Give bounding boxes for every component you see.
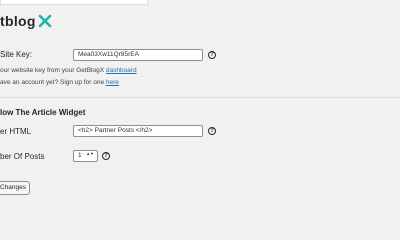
top-panel-edge: [0, 0, 148, 5]
signup-description: ave an account yet? Sign up for one here: [0, 79, 119, 86]
stepper-arrows-icon: ▲▼: [86, 151, 94, 156]
getblogx-logo: tblog: [0, 13, 52, 29]
header-html-label: er HTML: [0, 127, 32, 136]
save-changes-button[interactable]: Changes: [0, 181, 30, 195]
logo-x-icon: [38, 14, 52, 28]
widget-section-title: low The Article Widget: [0, 108, 86, 117]
site-key-label: Site Key:: [0, 50, 33, 59]
question-circle-icon[interactable]: ?: [208, 127, 216, 135]
site-key-input[interactable]: Mea03Xw11Qr85rEA: [73, 49, 203, 61]
posts-count-value: 1: [78, 152, 82, 159]
signup-desc-text: ave an account yet? Sign up for one: [0, 79, 106, 86]
section-divider: [0, 97, 400, 98]
site-key-desc-text: our website key from your GetBlogX: [0, 67, 106, 74]
header-html-input[interactable]: <h2> Partner Posts </h2>: [73, 125, 203, 137]
question-circle-icon[interactable]: ?: [208, 51, 216, 59]
site-key-description: our website key from your GetBlogX dashb…: [0, 67, 137, 74]
posts-count-select[interactable]: 1 ▲▼: [73, 150, 98, 162]
question-circle-icon[interactable]: ?: [102, 152, 110, 160]
dashboard-link[interactable]: dashboard: [106, 67, 137, 74]
posts-count-label: ber Of Posts: [0, 152, 45, 161]
logo-text: tblog: [0, 13, 36, 29]
signup-link[interactable]: here: [106, 79, 119, 86]
